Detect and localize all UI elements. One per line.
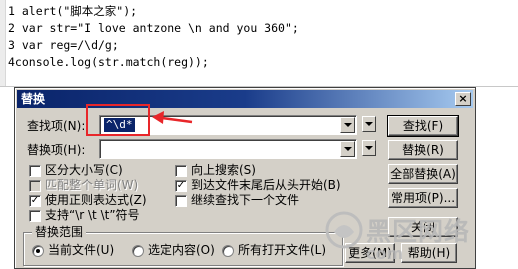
scope-selection-label[interactable]: 选定内容(O) [148, 242, 215, 258]
close-icon[interactable]: × [455, 92, 471, 106]
site-watermark: 黑区网络 com [320, 204, 518, 269]
regex-label[interactable]: 使用正则表达式(Z) [45, 192, 147, 208]
find-label: 查找项(N): [27, 119, 86, 133]
scope-selection-radio[interactable] [132, 245, 144, 257]
code-line: 3 var reg=/\d/g; [8, 38, 119, 52]
find-options-arrow-icon[interactable] [362, 116, 376, 132]
watermark-text: 黑区网络 [366, 217, 471, 246]
match-case-label[interactable]: 区分大小写(C) [45, 162, 123, 178]
replace-input[interactable] [104, 142, 108, 156]
dialog-title: 替换 [21, 92, 46, 106]
code-line: 2 var str="I love antzone \n and you 360… [8, 21, 299, 35]
replace-combobox[interactable] [99, 139, 357, 159]
whole-word-label: 匹配整个单词(W) [45, 178, 139, 192]
editor-gutter [0, 0, 6, 86]
scope-current-file-radio[interactable] [32, 245, 44, 257]
code-line: 1 alert("脚本之家"); [8, 4, 138, 18]
scope-all-open-label[interactable]: 所有打开文件(L) [238, 242, 326, 258]
whole-word-checkbox [29, 180, 41, 192]
code-editor[interactable]: 1 alert("脚本之家"); 2 var str="I love antzo… [0, 0, 518, 86]
code-line: 4console.log(str.match(reg)); [8, 55, 209, 69]
replace-button[interactable]: 替换(R) [388, 140, 458, 160]
replace-scope-group: 替换范围 当前文件(U) 选定内容(O) 所有打开文件(L) [23, 225, 343, 266]
escape-checkbox[interactable] [29, 210, 41, 222]
search-up-label[interactable]: 向上搜索(S) [191, 162, 256, 178]
scope-all-open-radio[interactable] [222, 245, 234, 257]
watermark-subtext: com [366, 244, 404, 263]
watermark-logo-icon [325, 211, 363, 249]
find-dropdown-icon[interactable] [340, 117, 355, 133]
replace-all-button[interactable]: 全部替换(A) [388, 164, 458, 184]
replace-dropdown-icon[interactable] [340, 141, 355, 157]
escape-label[interactable]: 支持“\r \t \t”符号 [45, 207, 140, 223]
scope-title: 替换范围 [32, 225, 87, 239]
search-up-checkbox[interactable] [175, 165, 187, 177]
replace-options-arrow-icon[interactable] [362, 140, 376, 156]
regex-checkbox[interactable]: ✓ [29, 195, 41, 207]
scope-current-file-label[interactable]: 当前文件(U) [48, 242, 114, 258]
wrap-around-label[interactable]: 到达文件末尾后从头开始(B) [191, 177, 341, 193]
annotation-arrow-icon [152, 111, 193, 124]
wrap-around-checkbox[interactable]: ✓ [175, 180, 187, 192]
replace-label: 替换项(H): [27, 143, 86, 157]
continue-next-file-checkbox[interactable] [175, 195, 187, 207]
find-button[interactable]: 查找(F) [387, 115, 459, 137]
annotation-highlight-box [86, 104, 150, 136]
match-case-checkbox[interactable] [29, 165, 41, 177]
continue-next-file-label[interactable]: 继续查找下一个文件 [191, 192, 299, 208]
